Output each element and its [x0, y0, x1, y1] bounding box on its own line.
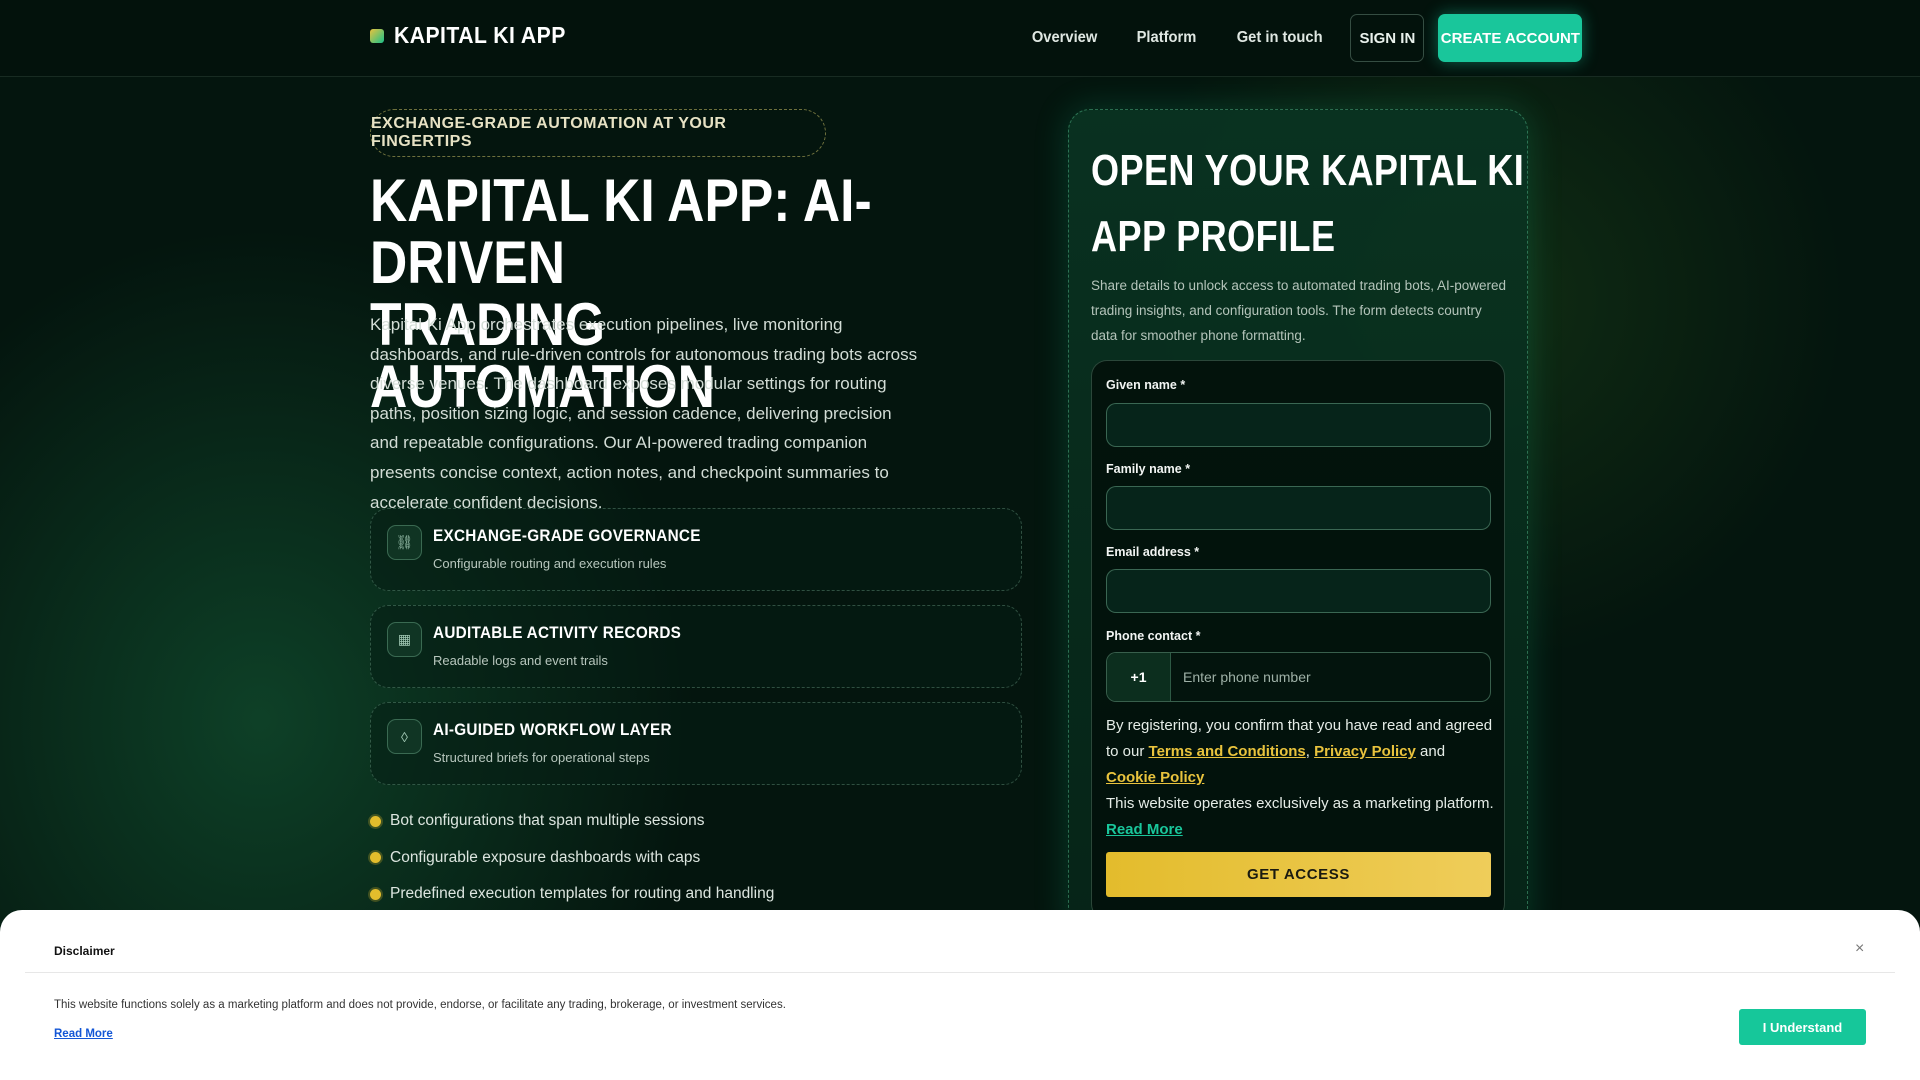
marketing-note: This website operates exclusively as a m… [1106, 795, 1494, 812]
nav-overview[interactable]: Overview [1032, 14, 1097, 62]
country-code-select[interactable]: +1 [1107, 653, 1171, 701]
panel-title: OPEN YOUR KAPITAL KI APP PROFILE [1091, 138, 1525, 270]
consent-and: and [1420, 743, 1446, 760]
family-name-label: Family name * [1106, 462, 1191, 476]
feature-subtitle: Structured briefs for operational steps [433, 750, 650, 765]
privacy-link[interactable]: Privacy Policy [1314, 743, 1416, 760]
site-header: KAPITAL KI APP Overview Platform Get in … [0, 0, 1920, 77]
feature-title: EXCHANGE-GRADE GOVERNANCE [433, 526, 701, 545]
terms-link[interactable]: Terms and Conditions [1149, 743, 1306, 760]
list-item: Bot configurations that span multiple se… [370, 803, 774, 840]
registration-form: Given name * Family name * Email address… [1091, 360, 1505, 920]
sign-in-button[interactable]: SIGN IN [1350, 14, 1425, 62]
bullet-dot-icon [370, 815, 381, 827]
bullet-dot-icon [370, 888, 381, 900]
list-item: Predefined execution templates for routi… [370, 876, 774, 913]
brand-name: KAPITAL KI APP [394, 22, 566, 48]
main-nav: Overview Platform Get in touch SIGN IN C… [1029, 14, 1583, 62]
nav-get-in-touch[interactable]: Get in touch [1237, 14, 1323, 62]
consent-comma: , [1305, 743, 1310, 760]
brand[interactable]: KAPITAL KI APP [370, 22, 581, 49]
phone-label: Phone contact * [1106, 629, 1201, 643]
benefit-list: Bot configurations that span multiple se… [370, 803, 774, 913]
nav-platform[interactable]: Platform [1137, 14, 1197, 62]
panel-title-line-1: OPEN YOUR KAPITAL KI [1091, 146, 1525, 195]
given-name-label: Given name * [1106, 378, 1186, 392]
diamond-icon: ◊ [387, 719, 422, 754]
hero-title-line-1: KAPITAL KI APP: AI-DRIVEN [370, 167, 872, 296]
bullet-text: Configurable exposure dashboards with ca… [390, 848, 701, 866]
given-name-input[interactable] [1106, 403, 1491, 447]
family-name-input[interactable] [1106, 486, 1491, 530]
feature-card-workflow: ◊ AI-GUIDED WORKFLOW LAYER Structured br… [370, 702, 1022, 785]
consent-text: By registering, you confirm that you hav… [1106, 713, 1496, 843]
email-input[interactable] [1106, 569, 1491, 613]
records-icon: ▦ [387, 622, 422, 657]
phone-field: +1 [1106, 652, 1491, 702]
email-label: Email address * [1106, 545, 1200, 559]
disclaimer-title: Disclaimer [54, 944, 115, 958]
feature-title: AUDITABLE ACTIVITY RECORDS [433, 623, 682, 642]
i-understand-button[interactable]: I Understand [1739, 1009, 1866, 1045]
read-more-link[interactable]: Read More [1106, 821, 1183, 838]
close-icon[interactable]: × [1855, 940, 1864, 958]
feature-subtitle: Readable logs and event trails [433, 653, 608, 668]
feature-subtitle: Configurable routing and execution rules [433, 556, 667, 571]
link-icon: ⛓ [387, 525, 422, 560]
bullet-text: Predefined execution templates for routi… [390, 885, 775, 903]
phone-input[interactable] [1171, 653, 1490, 701]
disclaimer-banner: Disclaimer × This website functions sole… [0, 910, 1920, 1080]
feature-title: AI-GUIDED WORKFLOW LAYER [433, 720, 672, 739]
cookie-link[interactable]: Cookie Policy [1106, 769, 1204, 786]
hero-tagline-pill: EXCHANGE-GRADE AUTOMATION AT YOUR FINGER… [370, 109, 826, 157]
disclaimer-text: This website functions solely as a marke… [54, 999, 786, 1011]
list-item: Configurable exposure dashboards with ca… [370, 840, 774, 877]
bullet-dot-icon [370, 852, 381, 864]
panel-description: Share details to unlock access to automa… [1091, 278, 1506, 343]
bullet-text: Bot configurations that span multiple se… [390, 812, 705, 830]
feature-card-governance: ⛓ EXCHANGE-GRADE GOVERNANCE Configurable… [370, 508, 1022, 591]
disclaimer-read-more-link[interactable]: Read More [54, 1028, 113, 1040]
divider [25, 972, 1895, 973]
get-access-button[interactable]: GET ACCESS [1106, 852, 1491, 897]
registration-panel: OPEN YOUR KAPITAL KI APP PROFILE Share d… [1068, 109, 1528, 939]
hero-description: Kapital Ki App orchestrates execution pi… [370, 315, 918, 512]
create-account-button[interactable]: CREATE ACCOUNT [1438, 14, 1583, 62]
brand-logo-icon [370, 28, 384, 43]
panel-title-line-2: APP PROFILE [1091, 212, 1336, 261]
feature-card-records: ▦ AUDITABLE ACTIVITY RECORDS Readable lo… [370, 605, 1022, 688]
